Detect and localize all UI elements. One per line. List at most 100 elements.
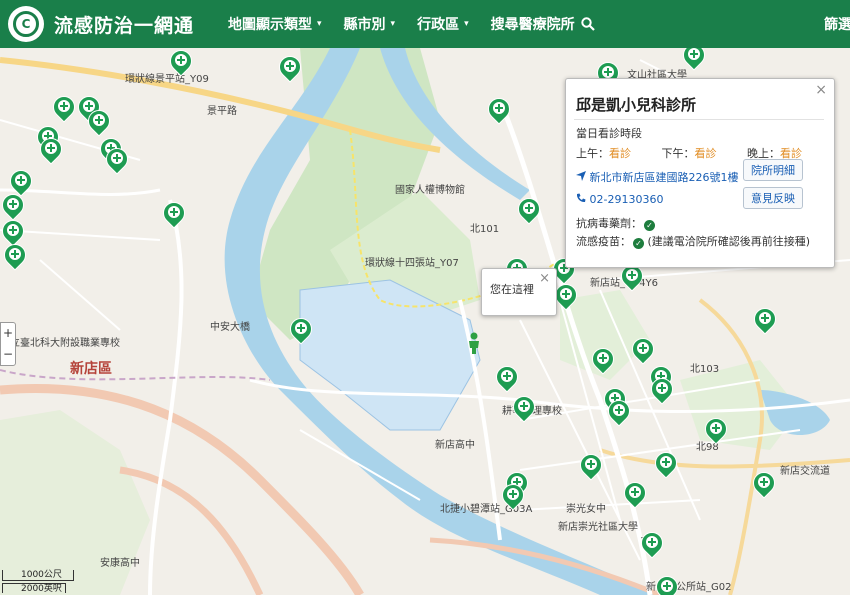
clinic-pin-icon[interactable] [587, 343, 619, 378]
medical-cross-icon [626, 269, 638, 281]
clinic-pin-icon[interactable] [483, 93, 515, 128]
road-label: 北103 [690, 364, 720, 375]
medical-cross-icon [15, 174, 27, 186]
clinic-pin-icon[interactable] [749, 303, 781, 338]
top-navbar: C 流感防治一網通 地圖顯示類型 ▾ 縣市別 ▾ 行政區 ▾ 搜尋醫療院所 篩選 [0, 0, 850, 48]
medical-cross-icon [710, 422, 722, 434]
clinic-pin-icon[interactable] [616, 260, 648, 295]
zoom-out-button[interactable]: − [1, 344, 15, 365]
close-icon[interactable]: × [539, 271, 550, 286]
clinic-pin-icon[interactable] [274, 51, 306, 86]
medical-cross-icon [759, 312, 771, 324]
clinic-pin-icon[interactable] [101, 143, 133, 178]
session-title: 當日看診時段 [576, 127, 642, 140]
clinic-pin-icon[interactable] [513, 193, 545, 228]
menu-map-type[interactable]: 地圖顯示類型 ▾ [228, 14, 322, 34]
antiviral-label: 抗病毒藥劑： [576, 217, 642, 230]
medical-cross-icon [688, 48, 700, 60]
clinic-pin-icon[interactable] [491, 361, 523, 396]
clinic-pin-icon[interactable] [700, 413, 732, 448]
clinic-detail-button[interactable]: 院所明細 [743, 159, 803, 181]
road-label: 景平路 [207, 106, 237, 117]
medical-cross-icon [58, 100, 70, 112]
medical-cross-icon [518, 400, 530, 412]
zoom-in-button[interactable]: + [1, 323, 15, 344]
search-icon [580, 17, 595, 31]
clinic-pin-icon[interactable] [165, 45, 197, 80]
clinic-pin-icon[interactable] [285, 313, 317, 348]
menu-map-type-label: 地圖顯示類型 [228, 17, 313, 33]
address-text: 新北市新店區建國路226號1樓 [589, 171, 739, 184]
chevron-down-icon: ▾ [390, 19, 396, 29]
medical-cross-icon [175, 54, 187, 66]
medical-cross-icon [93, 114, 105, 126]
phone-link[interactable]: 02-29130360 [576, 193, 663, 206]
place-label: 國立臺北科大附設職業專校 [0, 338, 120, 349]
clinic-pin-icon[interactable] [650, 447, 682, 482]
menu-county-label: 縣市別 [343, 17, 386, 33]
clinic-pin-icon[interactable] [619, 477, 651, 512]
medical-cross-icon [560, 288, 572, 300]
site-logo[interactable]: C [8, 6, 44, 42]
district-label: 新店區 [70, 361, 112, 377]
chevron-down-icon: ▾ [464, 19, 469, 29]
address-link[interactable]: 新北市新店區建國路226號1樓 [576, 169, 739, 185]
place-label: 新店崇光社區大學 [558, 522, 638, 533]
clinic-pin-icon[interactable] [646, 373, 678, 408]
clinic-pin-icon[interactable] [550, 279, 582, 314]
medical-cross-icon [602, 66, 614, 78]
clinic-pin-icon[interactable] [651, 571, 683, 595]
medical-cross-icon [597, 352, 609, 364]
place-label: 新店高中 [435, 440, 475, 451]
station-label: 環狀線十四張站_Y07 [365, 258, 459, 269]
vaccine-note: (建議電洽院所確認後再前往接種) [647, 235, 811, 248]
medical-cross-icon [507, 488, 519, 500]
clinic-name: 邱是凱小兒科診所 [576, 96, 697, 114]
medical-cross-icon [284, 60, 296, 72]
place-label: 崇光女中 [566, 504, 606, 515]
clinic-pin-icon[interactable] [35, 133, 67, 168]
you-are-here-person-icon[interactable] [466, 332, 482, 354]
menu-district[interactable]: 行政區 ▾ [417, 14, 469, 34]
road-label: 北101 [470, 224, 500, 235]
place-label: 國家人權博物館 [395, 185, 465, 196]
clinic-pin-icon[interactable] [603, 395, 635, 430]
chevron-down-icon: ▾ [317, 19, 322, 29]
feedback-button[interactable]: 意見反映 [743, 187, 803, 209]
clinic-pin-icon[interactable] [575, 449, 607, 484]
menu-search-clinic[interactable]: 搜尋醫療院所 [491, 14, 595, 34]
medical-cross-icon [660, 456, 672, 468]
clinic-pin-icon[interactable] [158, 197, 190, 232]
clinic-pin-icon[interactable] [48, 91, 80, 126]
clinic-pin-icon[interactable] [508, 391, 540, 426]
clinic-pin-icon[interactable] [636, 527, 668, 562]
zoom-control: + − [0, 322, 16, 366]
medical-cross-icon [758, 476, 770, 488]
clinic-pin-icon[interactable] [627, 333, 659, 368]
menu-county[interactable]: 縣市別 ▾ [344, 14, 396, 34]
menu-search-clinic-label: 搜尋醫療院所 [490, 17, 575, 33]
phone-icon [576, 193, 586, 203]
place-label: 中安大橋 [210, 322, 250, 333]
clinic-pin-icon[interactable] [678, 39, 710, 74]
clinic-pin-icon[interactable] [748, 467, 780, 502]
site-title[interactable]: 流感防治一網通 [54, 11, 194, 38]
filter-button[interactable]: 篩選 [824, 14, 850, 34]
check-circle-icon: ✓ [644, 220, 655, 231]
station-label: 環狀線景平站_Y09 [125, 74, 209, 85]
clinic-pin-icon[interactable] [497, 479, 529, 514]
medical-cross-icon [585, 458, 597, 470]
close-icon[interactable]: × [815, 82, 827, 98]
send-arrow-icon [576, 171, 586, 181]
app-root: C 流感防治一網通 地圖顯示類型 ▾ 縣市別 ▾ 行政區 ▾ 搜尋醫療院所 篩選 [0, 0, 850, 595]
logo-cdc-icon: C [13, 11, 39, 37]
menu-district-label: 行政區 [417, 17, 460, 33]
clinic-pin-icon[interactable] [0, 239, 31, 274]
medical-cross-icon [661, 580, 673, 592]
phone-text: 02-29130360 [589, 193, 664, 206]
medical-cross-icon [493, 102, 505, 114]
you-are-here-popup: 您在這裡 × [481, 268, 557, 316]
clinic-pin-icon[interactable] [83, 105, 115, 140]
scale-km: 1000公尺 [2, 570, 74, 581]
clinic-info-popup: × 邱是凱小兒科診所 當日看診時段 上午：看診 下午：看診 晚上：看診 新北市新… [565, 78, 835, 268]
